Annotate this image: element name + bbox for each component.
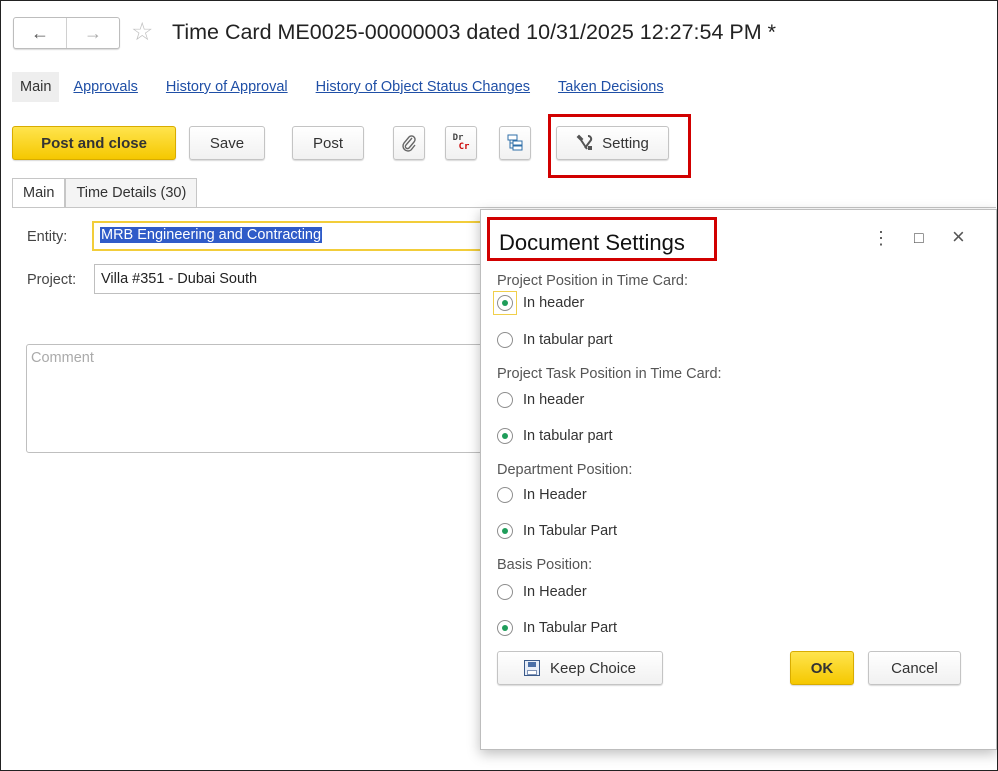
form-navigation: Main Approvals History of Approval Histo… xyxy=(12,71,692,103)
tab-divider xyxy=(12,207,996,208)
radio-selected-icon xyxy=(497,428,513,444)
save-disk-icon xyxy=(524,660,541,676)
attach-file-button[interactable] xyxy=(393,126,425,160)
tab-main[interactable]: Main xyxy=(12,178,66,208)
setting-highlight-box xyxy=(548,114,691,178)
arrow-right-icon: → xyxy=(84,22,102,43)
task-position-label: Project Task Position in Time Card: xyxy=(497,366,722,382)
radio-selected-icon xyxy=(497,295,513,311)
radio-label: In tabular part xyxy=(523,332,613,348)
tab-time-details[interactable]: Time Details (30) xyxy=(65,178,198,208)
task-in-header-radio[interactable]: In header xyxy=(497,392,584,408)
basis-in-tabular-radio[interactable]: In Tabular Part xyxy=(497,620,617,636)
nav-approvals[interactable]: Approvals xyxy=(73,79,137,95)
paperclip-icon xyxy=(402,135,416,152)
department-in-tabular-radio[interactable]: In Tabular Part xyxy=(497,523,617,539)
project-field[interactable]: Villa #351 - Dubai South xyxy=(94,264,494,294)
back-button[interactable]: ← xyxy=(14,18,66,48)
project-in-header-radio[interactable]: In header xyxy=(493,291,585,315)
radio-label: In tabular part xyxy=(523,428,613,444)
keep-choice-label: Keep Choice xyxy=(550,659,636,677)
document-settings-dialog: Document Settings ⋮ □ × Project Position… xyxy=(480,209,997,750)
arrow-left-icon: ← xyxy=(31,22,49,43)
task-in-tabular-radio[interactable]: In tabular part xyxy=(497,428,612,444)
entity-label: Entity: xyxy=(27,229,68,245)
radio-label: In header xyxy=(523,392,585,408)
radio-empty-icon xyxy=(497,584,513,600)
cancel-button[interactable]: Cancel xyxy=(868,651,961,685)
department-position-label: Department Position: xyxy=(497,462,633,478)
form-tabs: Main Time Details (30) xyxy=(12,178,198,208)
radio-empty-icon xyxy=(497,332,513,348)
debit-credit-icon: Dr Cr xyxy=(452,133,470,152)
entity-field[interactable]: MRB Engineering and Contracting xyxy=(92,221,492,251)
post-and-close-button[interactable]: Post and close xyxy=(12,126,176,160)
favorite-star-icon[interactable]: ☆ xyxy=(131,18,153,46)
post-button[interactable]: Post xyxy=(292,126,364,160)
document-structure-button[interactable] xyxy=(499,126,531,160)
history-nav: ← → xyxy=(13,17,120,49)
radio-label: In Header xyxy=(523,584,587,600)
basis-position-label: Basis Position: xyxy=(497,557,593,573)
radio-label: In header xyxy=(523,295,585,311)
dr-cr-button[interactable]: Dr Cr xyxy=(445,126,477,160)
document-structure-icon xyxy=(507,134,523,151)
focus-frame xyxy=(493,291,517,315)
entity-value: MRB Engineering and Contracting xyxy=(100,227,323,243)
radio-selected-icon xyxy=(497,523,513,539)
save-button[interactable]: Save xyxy=(189,126,265,160)
department-in-header-radio[interactable]: In Header xyxy=(497,487,587,503)
project-in-tabular-radio[interactable]: In tabular part xyxy=(497,332,612,348)
radio-selected-icon xyxy=(497,620,513,636)
nav-main[interactable]: Main xyxy=(12,72,60,102)
ok-button[interactable]: OK xyxy=(790,651,854,685)
radio-label: In Tabular Part xyxy=(523,523,618,539)
nav-taken-decisions[interactable]: Taken Decisions xyxy=(558,79,664,95)
radio-empty-icon xyxy=(497,487,513,503)
close-icon[interactable]: × xyxy=(952,224,965,250)
nav-history-of-object-status-changes[interactable]: History of Object Status Changes xyxy=(316,79,530,95)
keep-choice-button[interactable]: Keep Choice xyxy=(497,651,663,685)
radio-label: In Tabular Part xyxy=(523,620,618,636)
dialog-title-highlight-box xyxy=(487,217,717,261)
comment-field[interactable]: Comment xyxy=(26,344,496,453)
maximize-icon[interactable]: □ xyxy=(914,230,924,248)
document-title: Time Card ME0025-00000003 dated 10/31/20… xyxy=(172,20,777,44)
more-menu-icon[interactable]: ⋮ xyxy=(872,228,890,249)
nav-history-of-approval[interactable]: History of Approval xyxy=(166,79,288,95)
project-position-label: Project Position in Time Card: xyxy=(497,273,688,289)
radio-empty-icon xyxy=(497,392,513,408)
radio-label: In Header xyxy=(523,487,587,503)
forward-button[interactable]: → xyxy=(66,18,119,48)
basis-in-header-radio[interactable]: In Header xyxy=(497,584,587,600)
project-label: Project: xyxy=(27,272,77,288)
